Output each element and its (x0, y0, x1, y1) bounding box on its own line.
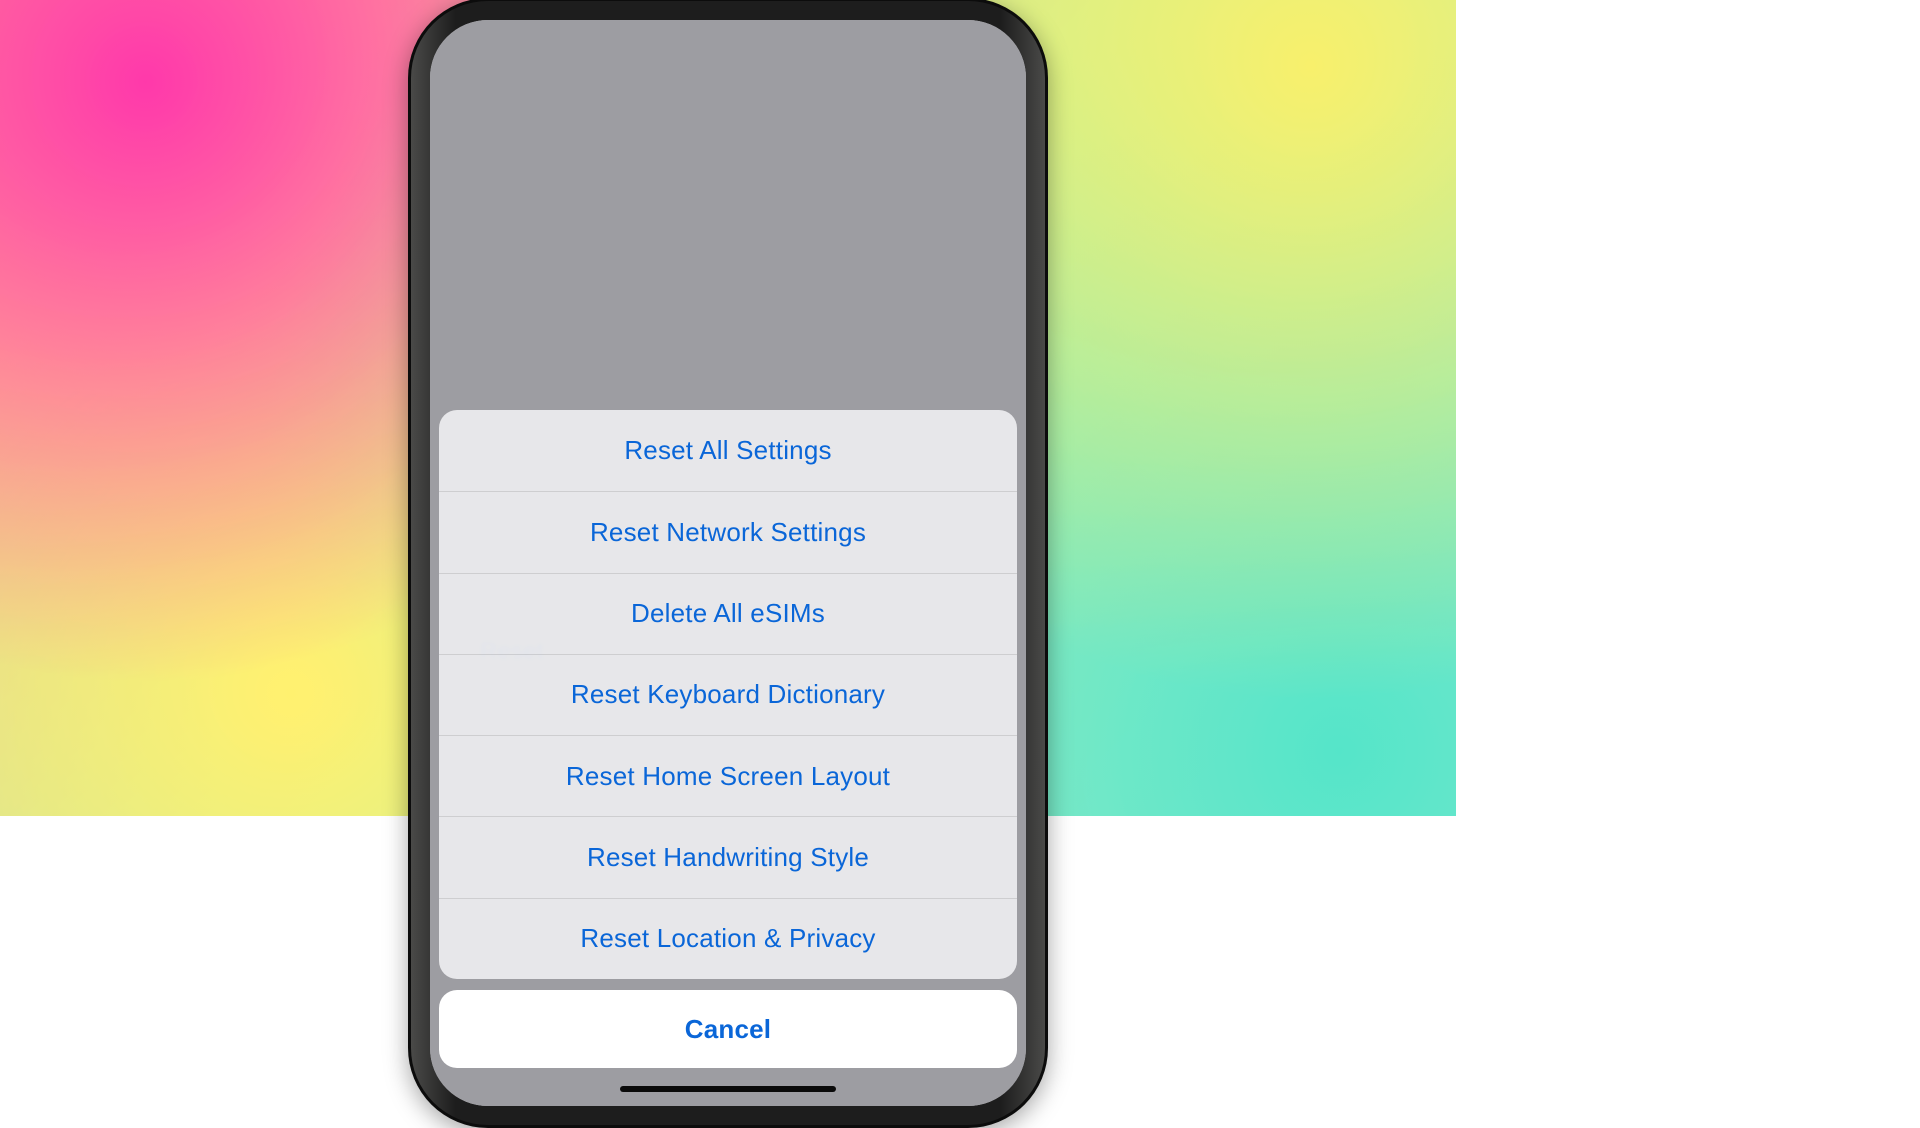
option-label: Reset Network Settings (590, 517, 866, 548)
option-delete-all-esims[interactable]: Delete All eSIMs (439, 573, 1017, 654)
action-sheet: Reset All Settings Reset Network Setting… (439, 410, 1017, 1098)
action-sheet-cancel-group: Cancel (439, 990, 1017, 1068)
action-sheet-option-group: Reset All Settings Reset Network Setting… (439, 410, 1017, 979)
option-label: Reset All Settings (624, 435, 831, 466)
phone-screen: Reset Reset All Settings Reset Network S… (430, 20, 1026, 1106)
option-reset-location-privacy[interactable]: Reset Location & Privacy (439, 898, 1017, 979)
home-indicator[interactable] (620, 1086, 836, 1092)
option-label: Reset Keyboard Dictionary (571, 679, 885, 710)
option-reset-all-settings[interactable]: Reset All Settings (439, 410, 1017, 491)
option-label: Reset Home Screen Layout (566, 761, 890, 792)
option-label: Delete All eSIMs (631, 598, 825, 629)
option-reset-network-settings[interactable]: Reset Network Settings (439, 491, 1017, 572)
iphone-device-frame: Reset Reset All Settings Reset Network S… (408, 0, 1048, 1128)
option-label: Reset Handwriting Style (587, 842, 869, 873)
cancel-label: Cancel (685, 1014, 771, 1045)
option-reset-handwriting-style[interactable]: Reset Handwriting Style (439, 816, 1017, 897)
option-reset-keyboard-dictionary[interactable]: Reset Keyboard Dictionary (439, 654, 1017, 735)
cancel-button[interactable]: Cancel (439, 990, 1017, 1068)
option-reset-home-screen-layout[interactable]: Reset Home Screen Layout (439, 735, 1017, 816)
option-label: Reset Location & Privacy (580, 923, 875, 954)
